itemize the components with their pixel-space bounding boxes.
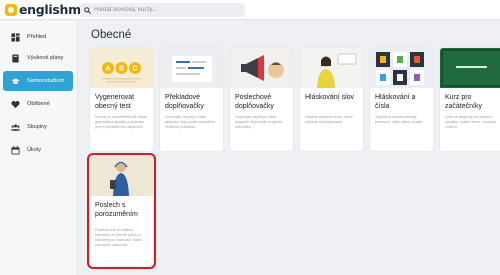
card-beginner-course[interactable]: Kurz pro začátečníky Učte se anglicky od… [440, 48, 500, 151]
logo-icon [5, 3, 17, 16]
card-description: Nechte si vytvořit test na různé gramati… [95, 115, 147, 129]
card-title: Poslechové doplňovačky [235, 94, 274, 110]
sidebar-item-label: Výukové plány [27, 55, 64, 61]
megaphone-illustration [230, 48, 293, 88]
sidebar-item-label: Oblíbené [27, 101, 50, 107]
card-description: Doplňujte chybějící části anglické věty … [235, 115, 283, 129]
person-headphones-illustration [90, 156, 153, 196]
sidebar-item-ukoly[interactable]: Úkoly [3, 140, 73, 160]
card-listening-fillins[interactable]: Poslechové doplňovačky Doplňujte chybějí… [230, 48, 293, 151]
dashboard-icon [11, 32, 20, 42]
card-title: Hláskování a čísla [375, 94, 416, 110]
sidebar: Přehled Výukové plány Samoostudium Oblíb… [0, 21, 78, 275]
card-description: Zapište si nahlas pomaly písmena, čísla,… [375, 115, 423, 124]
card-description: Napište správně slovo, které uslyšíte vy… [305, 115, 353, 124]
sidebar-item-prehled[interactable]: Přehled [3, 27, 73, 47]
card-spelling-numbers[interactable]: Hláskování a čísla Zapište si nahlas pom… [370, 48, 433, 151]
card-description: Učte se anglicky od úplného začátku, krá… [445, 115, 496, 129]
card-translation-fillins[interactable]: Překladové doplňovačky Doplňujte chybějí… [160, 48, 223, 151]
sidebar-item-label: Úkoly [27, 147, 41, 153]
card-spelling-words[interactable]: Hláskování slov Napište správně slovo, k… [300, 48, 363, 151]
card-title: Překladové doplňovačky [165, 94, 204, 110]
numbers-illustration [370, 48, 433, 88]
card-description: Doplňujte chybějící části anglické věty … [165, 115, 216, 129]
page-title: Obecné [91, 29, 132, 41]
sidebar-item-vyukove-plany[interactable]: Výukové plány [3, 48, 73, 68]
svg-text:A: A [105, 66, 110, 73]
sidebar-item-label: Skupiny [27, 124, 47, 130]
card-title: Kurz pro začátečníky [445, 94, 482, 110]
card-general-test[interactable]: A B C Vygenerovat obecný test Nechte si … [90, 48, 153, 151]
search-icon [84, 6, 91, 14]
card-title: Poslech s porozuměním [95, 202, 138, 218]
book-icon [11, 53, 20, 63]
heart-icon [11, 100, 20, 109]
calendar-icon [11, 145, 20, 155]
svg-text:B: B [119, 66, 124, 73]
top-bar: englishme! [0, 0, 500, 20]
search-input[interactable] [94, 7, 244, 13]
sidebar-item-skupiny[interactable]: Skupiny [3, 117, 73, 137]
main-content: Obecné A B C Vygenerovat obecný test Nec… [79, 21, 500, 275]
person-yes-illustration [300, 48, 363, 88]
sidebar-item-label: Samoostudium [27, 78, 65, 84]
sidebar-item-label: Přehled [27, 34, 47, 40]
group-icon [11, 123, 20, 132]
graduation-cap-icon [11, 77, 20, 86]
search-box[interactable] [80, 3, 245, 17]
svg-text:C: C [132, 66, 137, 73]
worksheet-illustration [160, 48, 223, 88]
card-title: Hláskování slov [305, 94, 355, 101]
card-listening-comprehension[interactable]: Poslech s porozuměním Poslechněte si krá… [87, 153, 156, 269]
sidebar-item-oblibene[interactable]: Oblíbené [3, 94, 73, 114]
chalkboard-illustration [440, 48, 500, 88]
card-description: Poslechněte si krátkou nahrávku a vybert… [95, 228, 142, 247]
sidebar-item-samoostudium[interactable]: Samoostudium [3, 71, 73, 91]
abc-illustration: A B C [90, 48, 153, 88]
card-title: Vygenerovat obecný test [95, 94, 135, 110]
